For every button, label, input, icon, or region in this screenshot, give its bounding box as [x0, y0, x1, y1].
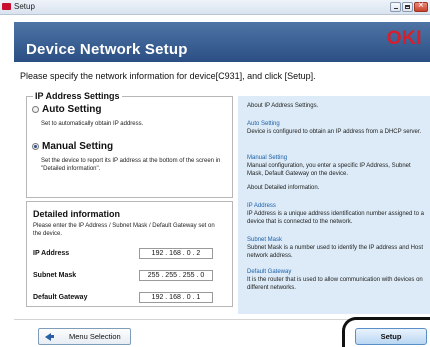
help-manual-title: Manual Setting: [247, 155, 288, 161]
instruction-text: Please specify the network information f…: [20, 71, 316, 81]
auto-setting-option[interactable]: Auto Setting: [32, 104, 101, 115]
help-subnet-text: Subnet Mask is a number used to identify…: [247, 245, 423, 259]
ip-address-field[interactable]: 192 . 168 . 0 . 2: [139, 248, 213, 259]
detailed-info-desc: Please enter the IP Address / Subnet Mas…: [33, 223, 215, 237]
page-title: Device Network Setup: [26, 41, 188, 58]
ip-settings-panel: IP Address Settings Auto Setting Set to …: [26, 91, 233, 198]
help-subnet-title: Subnet Mask: [247, 237, 283, 243]
subnet-mask-label: Subnet Mask: [33, 272, 77, 279]
auto-setting-radio[interactable]: [32, 106, 39, 113]
back-arrow-tail: [50, 335, 54, 338]
manual-setting-radio[interactable]: [32, 143, 39, 150]
help-panel: About IP Address Settings. Auto Setting …: [238, 96, 430, 314]
close-button[interactable]: [414, 0, 428, 12]
help-auto-text: Device is configured to obtain an IP add…: [247, 129, 422, 135]
subnet-mask-field[interactable]: 255 . 255 . 255 . 0: [139, 270, 213, 281]
detailed-info-title: Detailed information: [33, 209, 121, 219]
setup-button[interactable]: Setup: [355, 328, 427, 345]
app-icon: [2, 3, 11, 10]
maximize-button[interactable]: [402, 2, 413, 12]
menu-selection-label[interactable]: Menu Selection: [69, 332, 121, 341]
window-title: Setup: [14, 2, 35, 11]
auto-setting-desc: Set to automatically obtain IP address.: [41, 121, 144, 127]
oki-logo: OKI: [386, 28, 422, 49]
page-header: Device Network Setup: [14, 22, 430, 62]
detailed-info-panel: Detailed information Please enter the IP…: [26, 201, 233, 307]
ip-address-label: IP Address: [33, 250, 70, 257]
help-auto-title: Auto Setting: [247, 121, 280, 127]
help-manual-text: Manual configuration, you enter a specif…: [247, 163, 411, 177]
help-gateway-text: It is the router that is used to allow c…: [247, 277, 423, 291]
menu-selection-button[interactable]: Menu Selection: [38, 328, 131, 345]
window-titlebar: Setup: [0, 0, 430, 15]
manual-setting-label[interactable]: Manual Setting: [42, 141, 113, 152]
minimize-button[interactable]: [390, 2, 401, 12]
default-gateway-label: Default Gateway: [33, 294, 88, 301]
help-gateway-title: Default Gateway: [247, 269, 292, 275]
manual-setting-desc: Set the device to report its IP address …: [41, 158, 221, 172]
help-detail-intro: About Detailed information.: [247, 185, 320, 191]
manual-setting-option[interactable]: Manual Setting: [32, 141, 113, 152]
help-ip-text: IP Address is a unique address identific…: [247, 211, 424, 225]
auto-setting-label[interactable]: Auto Setting: [42, 104, 101, 115]
help-ip-title: IP Address: [247, 203, 276, 209]
default-gateway-field[interactable]: 192 . 168 . 0 . 1: [139, 292, 213, 303]
help-intro: About IP Address Settings.: [247, 103, 319, 109]
ip-settings-legend: IP Address Settings: [33, 91, 122, 101]
